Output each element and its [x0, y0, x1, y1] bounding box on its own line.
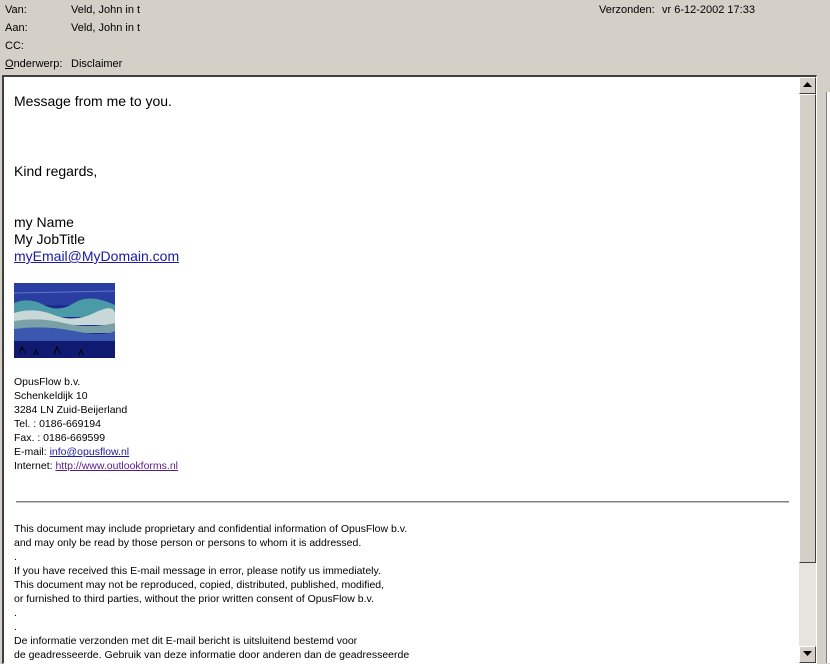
closing-text: Kind regards,: [14, 163, 98, 179]
from-value[interactable]: Veld, John in t: [71, 4, 140, 16]
message-content: Message from me to you. Kind regards, my…: [4, 77, 798, 663]
company-logo-image: [14, 283, 115, 358]
disclaimer-line: and may only be read by those person or …: [14, 537, 362, 549]
disclaimer-line: de geadresseerde. Gebruik van deze infor…: [14, 649, 410, 661]
company-internet-row: Internet: http://www.outlookforms.nl: [14, 460, 178, 472]
signature-email-link[interactable]: myEmail@MyDomain.com: [14, 248, 179, 264]
greeting-text: Message from me to you.: [14, 93, 172, 109]
company-city: 3284 LN Zuid-Beijerland: [14, 404, 128, 416]
scrollbar-thumb[interactable]: [799, 94, 816, 563]
company-internet-label: Internet:: [14, 460, 53, 472]
subject-label: Onderwerp:: [5, 58, 62, 70]
signature-job-title: My JobTitle: [14, 231, 86, 247]
disclaimer-line: .: [14, 621, 17, 633]
company-fax: Fax. : 0186-669599: [14, 432, 106, 444]
disclaimer-line: This document may include proprietary an…: [14, 523, 408, 535]
signature-name: my Name: [14, 214, 74, 230]
from-label: Van:: [5, 4, 27, 16]
disclaimer-line: De informatie verzonden met dit E-mail b…: [14, 635, 358, 647]
to-value[interactable]: Veld, John in t: [71, 22, 140, 34]
subject-label-rest: nderwerp:: [13, 58, 63, 70]
company-internet-link[interactable]: http://www.outlookforms.nl: [55, 460, 178, 472]
company-email-link[interactable]: info@opusflow.nl: [50, 446, 130, 458]
company-tel: Tel. : 0186-669194: [14, 418, 101, 430]
sent-value: vr 6-12-2002 17:33: [662, 4, 755, 16]
disclaimer-line: .: [14, 607, 17, 619]
signature-divider: [16, 501, 789, 503]
sent-label: Verzonden:: [599, 4, 655, 16]
cc-label: CC:: [5, 40, 24, 52]
background-window-strip: [826, 92, 830, 663]
disclaimer-line: If you have received this E-mail message…: [14, 565, 381, 577]
company-street: Schenkeldijk 10: [14, 390, 88, 402]
message-header: Van: Veld, John in t Verzonden: vr 6-12-…: [0, 0, 830, 76]
sent-row: Verzonden: vr 6-12-2002 17:33: [599, 4, 755, 16]
company-email-row: E-mail: info@opusflow.nl: [14, 446, 129, 458]
company-name: OpusFlow b.v.: [14, 376, 81, 388]
disclaimer-line: .: [14, 551, 17, 563]
scroll-up-button[interactable]: [799, 77, 816, 94]
scroll-down-button[interactable]: [799, 646, 816, 663]
subject-label-accesskey: O: [5, 58, 14, 70]
to-label: Aan:: [5, 22, 28, 34]
triangle-down-icon: [803, 651, 812, 656]
vertical-scrollbar[interactable]: [799, 77, 816, 663]
company-email-label: E-mail:: [14, 446, 47, 458]
disclaimer-line: This document may not be reproduced, cop…: [14, 579, 385, 591]
disclaimer-line: or furnished to third parties, without t…: [14, 593, 374, 605]
subject-value: Disclaimer: [71, 58, 123, 70]
message-body-pane[interactable]: Message from me to you. Kind regards, my…: [2, 75, 817, 664]
triangle-up-icon: [803, 82, 812, 87]
